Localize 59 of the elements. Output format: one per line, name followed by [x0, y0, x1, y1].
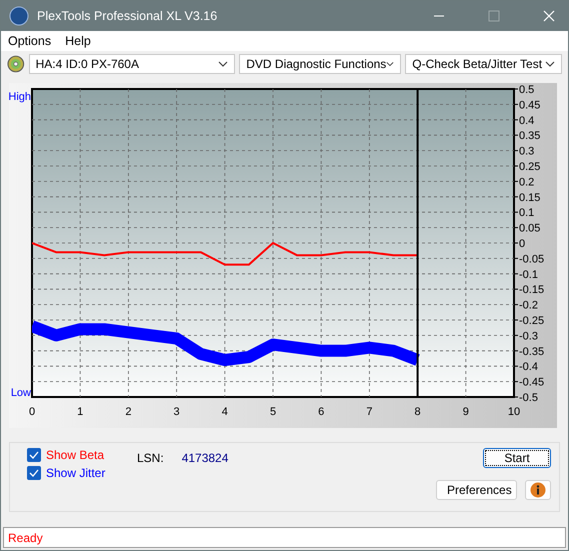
y-tick-label: -0.05 [519, 253, 544, 266]
x-tick-label: 8 [414, 406, 421, 418]
function-dropdown[interactable]: DVD Diagnostic Functions [239, 54, 402, 74]
y-tick-label: 0.4 [519, 114, 534, 127]
y-tick-label: 0.1 [519, 207, 534, 220]
caret-icon [545, 61, 555, 67]
x-tick-label: 10 [508, 406, 520, 418]
x-tick-label: 2 [125, 406, 132, 418]
disc-icon [7, 55, 25, 73]
y-tick-label: -0.4 [519, 361, 538, 374]
caret-icon [386, 61, 394, 67]
low-label: Low [10, 387, 31, 399]
drive-dropdown[interactable]: HA:4 ID:0 PX-760A [28, 54, 236, 74]
y-tick-label: 0.35 [519, 130, 540, 142]
y-tick-label: -0.3 [519, 330, 538, 342]
y-tick-label: 0 [519, 238, 526, 250]
y-tick-label: 0.5 [519, 84, 534, 96]
checkbox-label: Show Jitter [46, 466, 106, 480]
status-text: Ready [8, 530, 43, 544]
window-title: PlexTools Professional XL V3.16 [37, 9, 218, 23]
high-label: High [9, 91, 31, 103]
y-tick-label: 0.3 [519, 146, 534, 158]
caret-icon [218, 61, 228, 67]
checkbox[interactable]: Show Beta [27, 448, 137, 462]
checkbox[interactable] [27, 466, 41, 480]
checkbox-label: Show Beta [46, 448, 104, 462]
start-button[interactable]: Start [483, 448, 551, 468]
x-tick-label: 0 [28, 406, 36, 418]
lsn-value: 4173824 [182, 451, 228, 467]
y-tick-label: -0.25 [519, 315, 544, 327]
y-tick-label: 0.2 [519, 176, 534, 188]
close-icon[interactable] [543, 10, 555, 22]
y-tick-label: -0.2 [519, 300, 538, 312]
y-tick-label: -0.1 [519, 268, 538, 281]
y-tick-label: -0.45 [519, 376, 544, 389]
x-tick-label: 4 [222, 406, 228, 418]
x-tick-label: 6 [318, 406, 324, 418]
x-tick-label: 5 [270, 406, 276, 418]
checkbox[interactable]: Show Jitter [27, 466, 137, 480]
lsn-label: LSN: [137, 451, 164, 467]
x-tick-label: 9 [462, 406, 469, 418]
y-tick-label: -0.15 [519, 284, 544, 296]
y-tick-label: 0.05 [519, 222, 540, 235]
test-dropdown[interactable]: Q-Check Beta/Jitter Test [405, 54, 562, 74]
app-logo-icon [9, 6, 29, 26]
preferences-button[interactable]: Preferences [436, 480, 517, 500]
y-tick-label: 0.15 [519, 192, 540, 204]
x-tick-label: 3 [174, 406, 180, 418]
y-tick-label: 0.45 [519, 99, 540, 112]
x-tick-label: 7 [366, 406, 372, 418]
y-tick-label: 0.25 [519, 161, 540, 173]
x-tick-label: 1 [77, 406, 84, 418]
info-icon [530, 482, 546, 498]
checkbox[interactable] [27, 448, 41, 462]
menu-item[interactable]: Options [8, 34, 52, 48]
y-tick-label: -0.5 [519, 392, 538, 404]
info-button[interactable] [525, 480, 551, 500]
y-tick-label: -0.35 [519, 346, 544, 358]
menu-item[interactable]: Help [65, 34, 91, 48]
